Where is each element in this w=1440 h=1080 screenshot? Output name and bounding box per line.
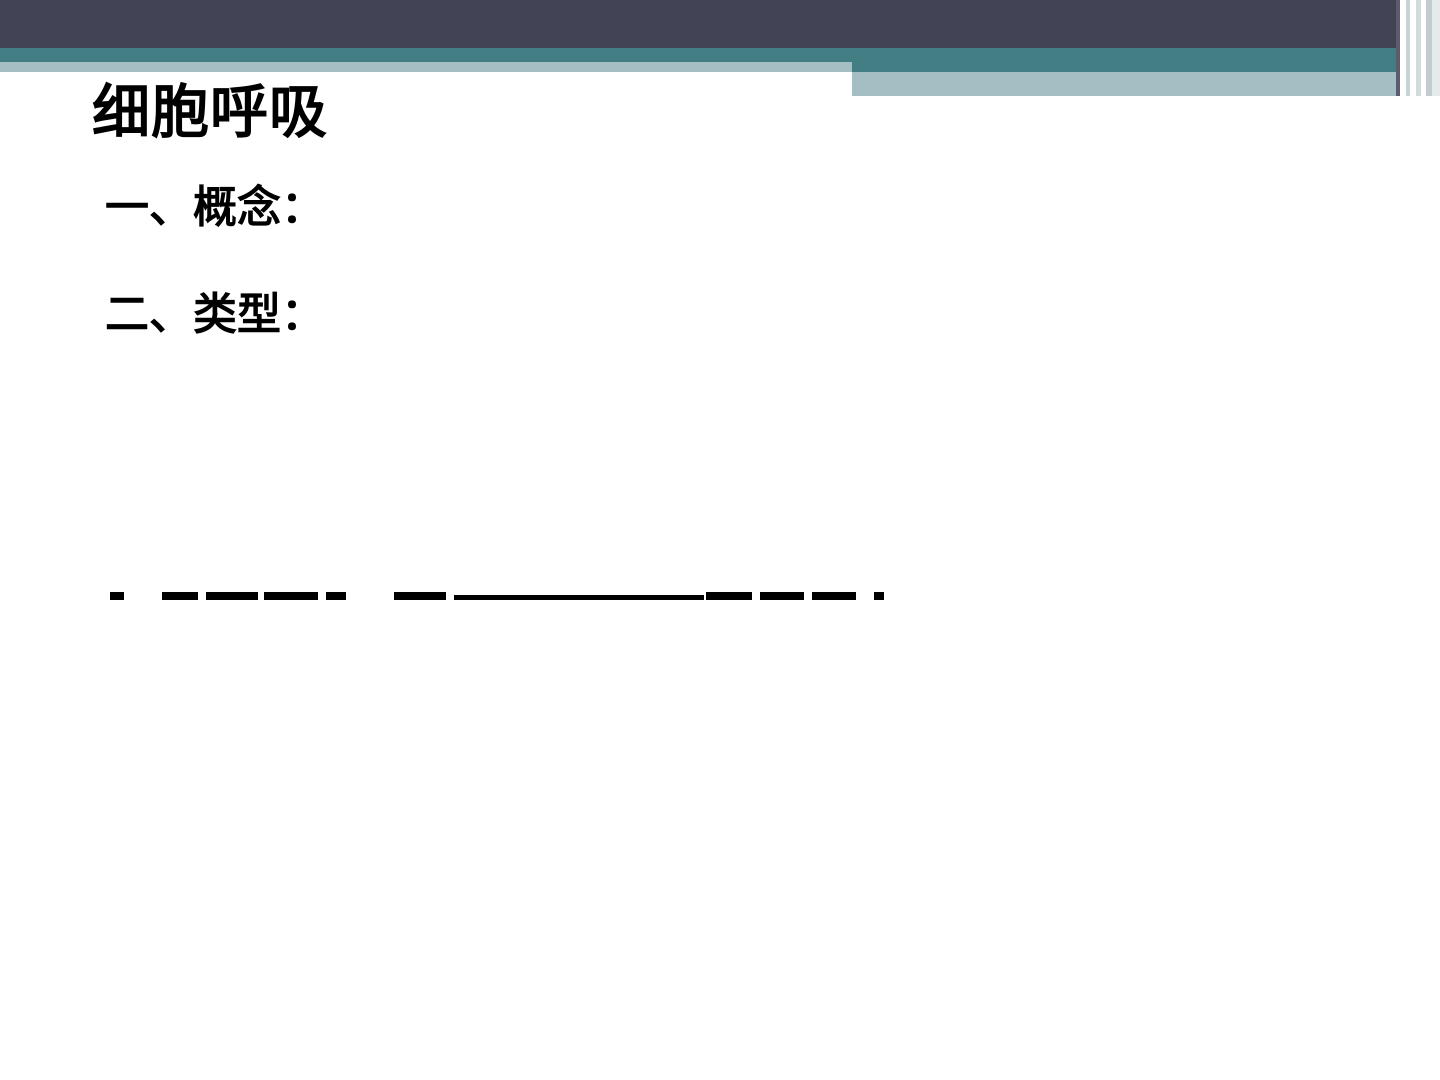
obscured-text-line <box>104 560 904 600</box>
header-pale-band-left <box>0 62 852 72</box>
slide: 细胞呼吸 一、概念： 二、类型： <box>0 0 1440 1080</box>
section-heading-types: 二、类型： <box>105 289 325 340</box>
slide-title: 细胞呼吸 <box>92 78 329 146</box>
header-teal-band-right <box>852 62 1440 72</box>
header-stripes-decoration <box>1396 0 1440 96</box>
header-teal-band <box>0 48 1440 62</box>
section-heading-concept: 一、概念： <box>105 182 325 233</box>
header-dark-band <box>0 0 1440 48</box>
header-pale-band-right <box>852 72 1440 96</box>
